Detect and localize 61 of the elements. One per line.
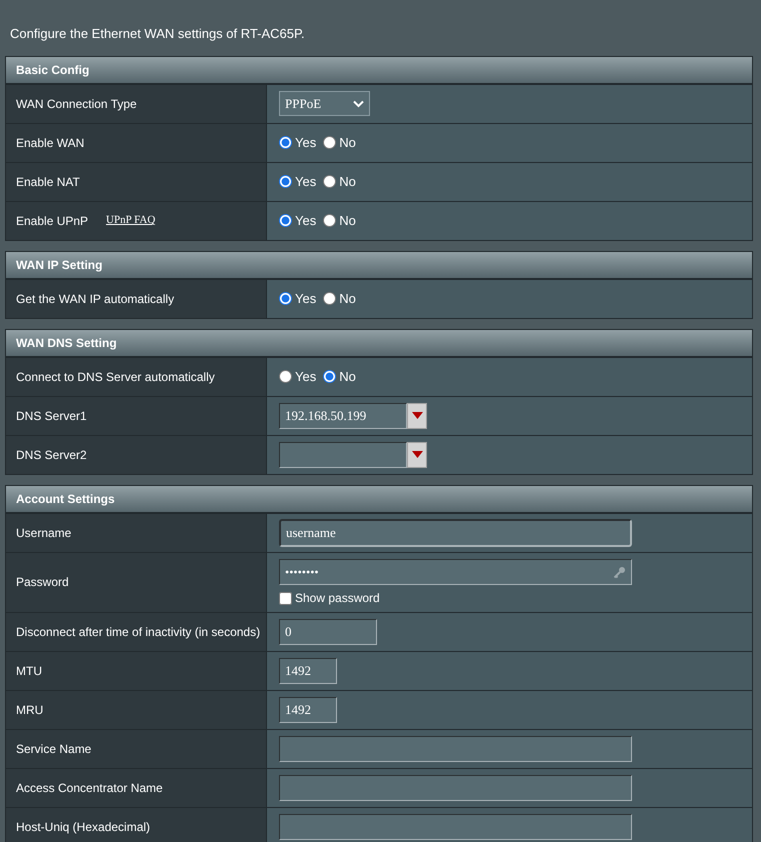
radio-button[interactable] <box>279 136 292 149</box>
text-field[interactable] <box>279 736 632 762</box>
text-field[interactable] <box>279 814 632 840</box>
triangle-down-icon <box>412 412 422 419</box>
field-label: DNS Server1 <box>16 408 87 424</box>
radio-button[interactable] <box>279 370 292 383</box>
radio-button[interactable] <box>323 214 336 227</box>
radio-label: No <box>339 134 356 152</box>
field-label: Connect to DNS Server automatically <box>16 368 215 386</box>
field-label: Disconnect after time of inactivity (in seconds) <box>16 624 260 640</box>
radio-label: No <box>339 172 356 191</box>
field-label: Enable WAN <box>16 134 84 152</box>
radio-label: Yes <box>295 368 316 386</box>
radio-button[interactable] <box>279 292 292 305</box>
radio-label: Yes <box>295 212 316 230</box>
field-label: DNS Server2 <box>16 446 87 464</box>
radio-label: No <box>339 290 356 308</box>
section-header: Basic Config <box>6 56 752 84</box>
radio-label: Yes <box>295 172 316 191</box>
field-label: Get the WAN IP automatically <box>16 290 174 308</box>
section-header: Account Settings <box>6 486 752 512</box>
connection-type-select[interactable]: PPPoE <box>279 91 370 116</box>
text-field[interactable]: 1492 <box>279 696 337 722</box>
triangle-down-icon <box>412 451 422 458</box>
field-label: Password <box>16 574 69 591</box>
dns-server-field[interactable] <box>279 442 407 468</box>
chevron-down-icon <box>353 100 364 108</box>
field-label: Access Concentrator Name <box>16 780 163 796</box>
radio-label: No <box>339 368 356 386</box>
radio-button[interactable] <box>279 214 292 227</box>
radio-label: Yes <box>295 134 316 152</box>
radio-button[interactable] <box>323 292 336 305</box>
field-label: Host-Uniq (Hexadecimal) <box>16 818 150 836</box>
key-icon <box>613 566 626 578</box>
radio-button[interactable] <box>323 370 336 383</box>
field-label: MTU <box>16 662 42 680</box>
upnp-faq-link[interactable]: UPnP FAQ <box>106 212 156 229</box>
dns-server-field[interactable]: 192.168.50.199 <box>279 402 407 428</box>
radio-button[interactable] <box>279 175 292 188</box>
show-password-label: Show password <box>295 590 380 607</box>
field-label: MRU <box>16 702 44 718</box>
password-field[interactable]: •••••••• <box>279 559 632 585</box>
text-field[interactable]: 0 <box>279 618 377 644</box>
field-label: Service Name <box>16 740 92 758</box>
section-header: WAN IP Setting <box>6 252 752 278</box>
radio-button[interactable] <box>323 175 336 188</box>
radio-label: No <box>339 212 356 230</box>
page-description: Configure the Ethernet WAN settings of RT-AC65P. <box>9 25 306 43</box>
checkbox[interactable] <box>279 592 292 604</box>
field-label: Enable UPnP <box>16 212 88 230</box>
field-label: WAN Connection Type <box>16 96 137 112</box>
radio-label: Yes <box>295 290 316 308</box>
text-field[interactable]: 1492 <box>279 658 337 684</box>
text-field[interactable] <box>279 774 632 800</box>
field-label: Username <box>16 524 72 542</box>
dropdown-button[interactable] <box>407 402 427 428</box>
dropdown-button[interactable] <box>407 442 427 468</box>
text-field[interactable]: username <box>279 518 632 546</box>
section-header: WAN DNS Setting <box>6 330 752 356</box>
field-label: Enable NAT <box>16 174 80 190</box>
radio-button[interactable] <box>323 136 336 149</box>
